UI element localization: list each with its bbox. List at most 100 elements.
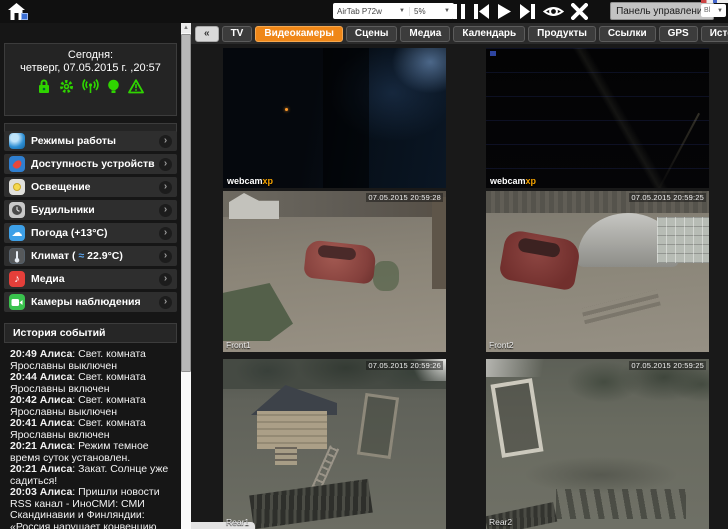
event-entry: 20:03 Алиса: Пришли новости RSS канал - …: [10, 486, 160, 529]
modes-icon: [9, 133, 25, 149]
tab-products[interactable]: Продукты: [528, 25, 596, 42]
skip-back-button[interactable]: [473, 3, 490, 20]
close-button[interactable]: [571, 3, 588, 20]
sidebar-item-label: Камеры наблюдения: [31, 296, 141, 308]
top-select-group: AirTab P72w ▼ 5% ▼: [333, 3, 454, 19]
camera-feed-front2[interactable]: 07.05.2015 20:59:25 Front2: [486, 191, 709, 352]
chevron-right-icon: ›: [159, 157, 172, 171]
sky-patch-shape: [486, 359, 556, 377]
zoom-select[interactable]: 5% ▼: [409, 6, 454, 16]
device-select-value: AirTab P72w: [337, 6, 382, 16]
sidebar-item-weather[interactable]: ☁ Погода (+13°C) ›: [4, 223, 177, 243]
skip-forward-button[interactable]: [519, 3, 536, 20]
chevron-right-icon: ›: [159, 226, 172, 240]
scrollbar-thumb[interactable]: [181, 34, 191, 372]
chevron-right-icon: ›: [159, 134, 172, 148]
tab-calendar[interactable]: Календарь: [453, 25, 526, 42]
datetime-label: четверг, 07.05.2015 г. ,20:57: [20, 62, 161, 74]
event-history-title: История событий: [13, 327, 106, 339]
tab-event-history[interactable]: История событий: [700, 25, 728, 42]
corrugated-sheets-shape: [249, 478, 373, 529]
tab-scenes[interactable]: Сцены: [345, 25, 398, 42]
tab-bar: « TV Видеокамеры Сцены Медиа Календарь П…: [191, 23, 728, 44]
sidebar-item-lighting[interactable]: Освещение ›: [4, 177, 177, 197]
webcamxp-watermark: webcamxp: [227, 176, 274, 186]
sidebar-item-modes[interactable]: Режимы работы ›: [4, 131, 177, 151]
event-entry: 20:21 Алиса: Закат. Солнце уже садиться!: [10, 463, 169, 487]
camera-label: Rear2: [489, 517, 513, 527]
app-window: AirTab P72w ▼ 5% ▼ Панель управления Bl …: [0, 0, 728, 529]
sidebar-item-alarms[interactable]: Будильники ›: [4, 200, 177, 220]
camera-feed-rear2[interactable]: 07.05.2015 20:59:25 Rear2: [486, 359, 709, 529]
gear-icon[interactable]: [59, 79, 74, 94]
tab-tv[interactable]: TV: [221, 25, 253, 42]
blue-logo-shape: [490, 51, 496, 56]
chevron-right-icon: ›: [159, 180, 172, 194]
warning-icon[interactable]: [128, 79, 144, 94]
tab-prev[interactable]: «: [195, 25, 219, 42]
scroll-up-arrow-icon[interactable]: ▲: [181, 23, 191, 33]
led-glow-shape: [285, 108, 288, 111]
tab-media[interactable]: Медиа: [400, 25, 451, 42]
page-scrollbar[interactable]: ▲: [181, 23, 191, 529]
garden-pile-shape: [373, 261, 399, 291]
camera-grid: webcamxp webcamxp 07.05.2015 20:59:28 Fr…: [191, 44, 728, 529]
sidebar-item-label: Освещение: [31, 181, 91, 193]
garden-beds-shape: [556, 489, 686, 519]
event-entry: 20:21 Алиса: Режим темное время суток ус…: [10, 440, 149, 464]
sidebar-item-surveillance-cameras[interactable]: Камеры наблюдения ›: [4, 292, 177, 312]
playback-controls: [452, 1, 588, 22]
camera-label: Rear1: [226, 517, 250, 527]
device-select[interactable]: AirTab P72w ▼: [333, 7, 409, 16]
corner-select-value: Bl: [704, 7, 711, 14]
webcamxp-watermark: webcamxp: [490, 176, 537, 186]
event-entry: 20:42 Алиса: Свет. комната Ярославны вык…: [10, 394, 146, 418]
camera-feed-night-indoor[interactable]: webcamxp: [223, 48, 446, 188]
sidebar-item-device-availability[interactable]: Доступность устройств ›: [4, 154, 177, 174]
music-note-icon: ♪: [9, 271, 25, 287]
camera-feed-front1[interactable]: 07.05.2015 20:59:28 Front1: [223, 191, 446, 352]
sidebar-item-label: Режимы работы: [31, 135, 116, 147]
bulb-icon[interactable]: [107, 79, 120, 94]
event-entry: 20:49 Алиса: Свет. комната Ярославны вык…: [10, 349, 146, 372]
camera-feed-rear1[interactable]: 07.05.2015 20:59:26 Rear1: [223, 359, 446, 529]
garden-frame-shape: [490, 378, 544, 458]
sidebar-item-label: Климат ( ≈ 22.9°C): [31, 250, 123, 262]
play-button[interactable]: [497, 3, 512, 20]
zoom-select-value: 5%: [414, 6, 426, 16]
antenna-icon[interactable]: [82, 79, 99, 94]
eye-button[interactable]: [543, 3, 564, 20]
top-bar: AirTab P72w ▼ 5% ▼ Панель управления Bl …: [0, 0, 728, 23]
status-icons-row: [5, 79, 176, 94]
glass-greenhouse-shape: [657, 217, 709, 263]
control-panel-button[interactable]: Панель управления: [610, 2, 714, 20]
tab-videocameras[interactable]: Видеокамеры: [255, 25, 343, 42]
chevron-right-icon: ›: [159, 249, 172, 263]
camera-label: Front2: [489, 340, 514, 350]
tab-links[interactable]: Ссылки: [598, 25, 656, 42]
sidebar-item-media[interactable]: ♪ Медиа ›: [4, 269, 177, 289]
weather-cloud-icon: ☁: [9, 225, 25, 241]
pause-button[interactable]: [452, 3, 466, 20]
sidebar-item-label: Будильники: [31, 204, 95, 216]
event-entry: 20:41 Алиса: Свет. комната Ярославны вкл…: [10, 417, 146, 441]
red-car-shape: [303, 239, 377, 285]
event-entry: 20:44 Алиса: Свет. комната Ярославны вкл…: [10, 371, 146, 395]
sidebar-item-climate[interactable]: Климат ( ≈ 22.9°C) ›: [4, 246, 177, 266]
camera-feed-night-outdoor[interactable]: webcamxp: [486, 48, 709, 188]
home-badge-icon: [21, 13, 28, 20]
sidebar-item-label: Погода (+13°C): [31, 227, 108, 239]
tab-gps[interactable]: GPS: [658, 25, 698, 42]
dark-red-car-shape: [498, 228, 582, 292]
lock-icon[interactable]: [37, 79, 51, 94]
lighting-icon: [9, 179, 25, 195]
today-label: Сегодня:: [67, 49, 114, 61]
chevron-right-icon: ›: [159, 272, 172, 286]
camera-label: Front1: [226, 340, 251, 350]
corner-select[interactable]: Bl ▼: [701, 4, 726, 17]
event-history-header: История событий: [4, 323, 177, 343]
sidebar-item-label: Медиа: [31, 273, 65, 285]
chevron-down-icon: ▼: [717, 7, 723, 14]
chevron-right-icon: ›: [159, 203, 172, 217]
dark-pillar-shape: [323, 48, 369, 188]
